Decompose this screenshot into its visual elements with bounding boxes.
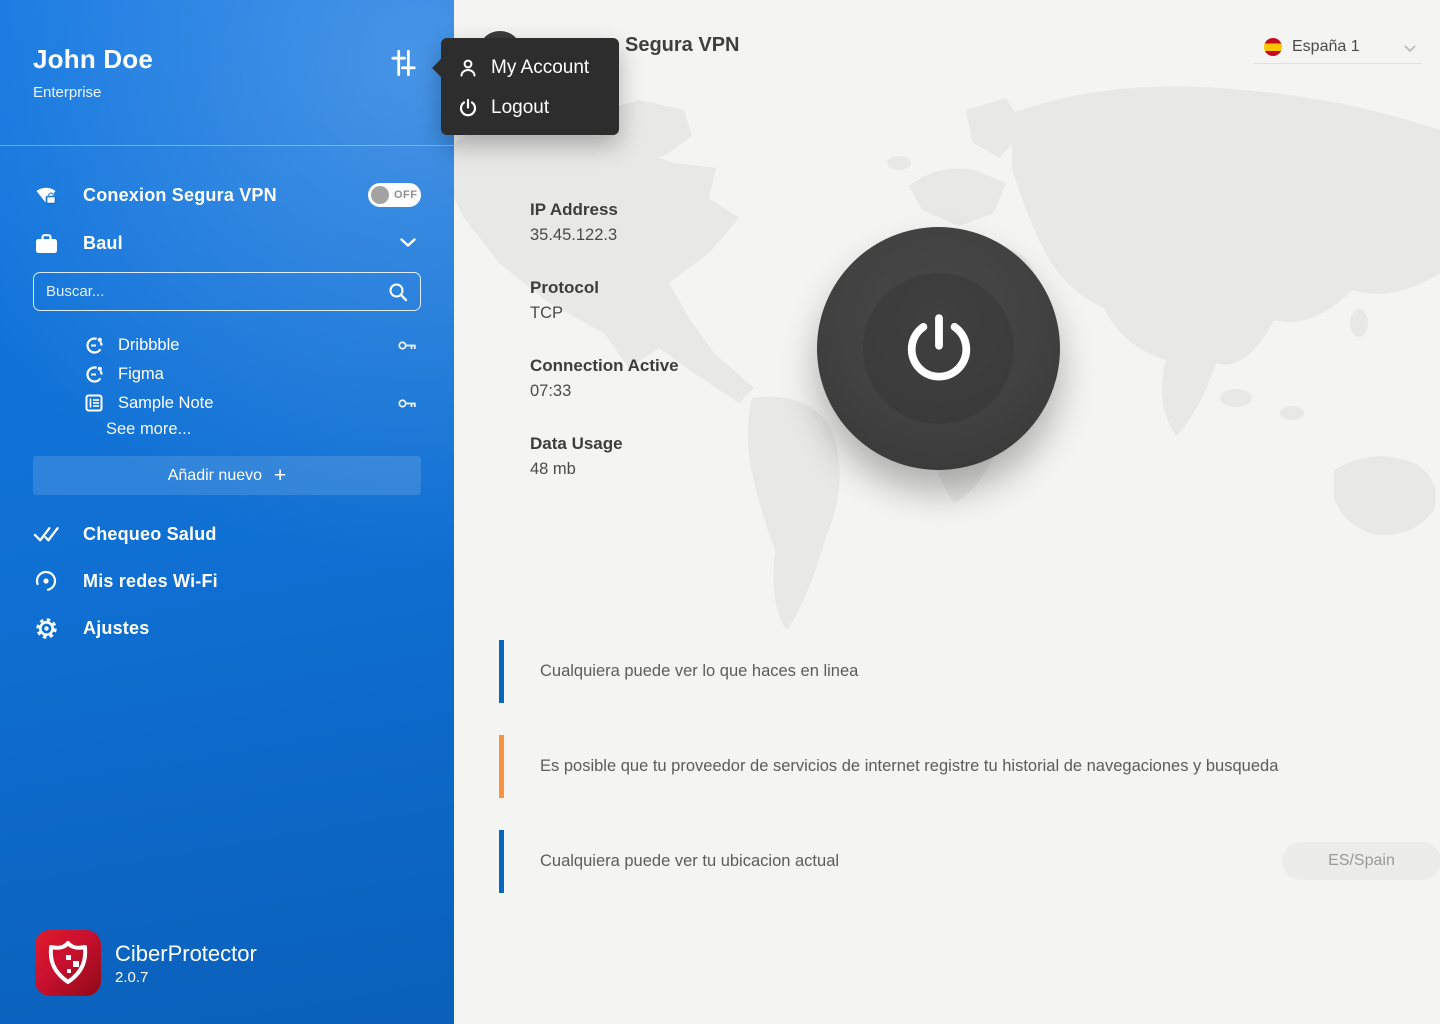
broadcast-icon — [33, 569, 59, 593]
info-field-protocol: Protocol TCP — [530, 278, 599, 323]
chevron-down-icon[interactable] — [400, 234, 416, 252]
menu-item-label: Logout — [491, 97, 549, 119]
vpn-toggle-knob — [371, 186, 389, 204]
sliders-icon[interactable] — [388, 48, 418, 78]
sidebar-item-health-check[interactable]: Chequeo Salud — [0, 517, 454, 551]
vault-item-figma[interactable]: Figma — [0, 361, 454, 387]
power-icon — [863, 273, 1014, 424]
info-value: 48 mb — [530, 460, 623, 479]
sidebar-header: John Doe Enterprise — [0, 0, 454, 145]
vault-item-label: Sample Note — [118, 394, 213, 413]
notice-text: Es posible que tu proveedor de servicios… — [540, 757, 1278, 776]
privacy-notice: Es posible que tu proveedor de servicios… — [499, 735, 1399, 798]
location-pill-button[interactable]: ES/Spain — [1282, 842, 1440, 880]
sidebar-item-label: Chequeo Salud — [83, 524, 217, 545]
key-icon[interactable] — [398, 398, 417, 409]
user-plan: Enterprise — [33, 84, 101, 101]
info-label: Connection Active — [530, 356, 679, 376]
vault-item-dribbble[interactable]: Dribbble — [0, 332, 454, 358]
sidebar-item-settings[interactable]: Ajustes — [0, 611, 454, 645]
vault-item-label: Dribbble — [118, 336, 179, 355]
info-value: 07:33 — [530, 382, 679, 401]
ciberprotector-logo-icon — [35, 930, 101, 996]
connect-power-button[interactable] — [817, 227, 1060, 470]
globe-icon — [84, 336, 104, 355]
app-version: 2.0.7 — [115, 969, 257, 986]
app-brand: CiberProtector 2.0.7 — [35, 930, 257, 996]
privacy-notice: Cualquiera puede ver tu ubicacion actual… — [499, 830, 1399, 893]
vault-search — [33, 272, 421, 311]
search-icon[interactable] — [388, 282, 408, 302]
sidebar-item-label: Ajustes — [83, 618, 149, 639]
briefcase-icon — [33, 231, 59, 256]
sidebar-item-vpn[interactable]: Conexion Segura VPN OFF — [0, 178, 454, 212]
info-field-connection-active: Connection Active 07:33 — [530, 356, 679, 401]
sidebar-item-vault-label: Baul — [83, 233, 123, 254]
info-field-data-usage: Data Usage 48 mb — [530, 434, 623, 479]
notice-text: Cualquiera puede ver tu ubicacion actual — [540, 852, 839, 871]
gear-icon — [33, 616, 59, 641]
search-input[interactable] — [34, 283, 388, 300]
user-menu: My Account Logout — [441, 38, 619, 135]
vpn-toggle-label: OFF — [394, 189, 418, 201]
vault-item-label: Figma — [118, 365, 164, 384]
main-panel: Segura VPN España 1 My Account — [454, 0, 1440, 1024]
user-name: John Doe — [33, 44, 153, 75]
info-value: 35.45.122.3 — [530, 226, 618, 245]
sidebar-item-vpn-label: Conexion Segura VPN — [83, 185, 277, 206]
wifi-lock-icon — [33, 182, 59, 208]
info-label: IP Address — [530, 200, 618, 220]
privacy-notice: Cualquiera puede ver lo que haces en lin… — [499, 640, 1399, 703]
sidebar-divider — [0, 145, 454, 146]
menu-item-my-account[interactable]: My Account — [441, 48, 619, 88]
see-more-link[interactable]: See more... — [106, 420, 191, 439]
info-field-ip: IP Address 35.45.122.3 — [530, 200, 618, 245]
sidebar-item-wifi-networks[interactable]: Mis redes Wi-Fi — [0, 564, 454, 598]
info-value: TCP — [530, 304, 599, 323]
key-icon[interactable] — [398, 340, 417, 351]
app-name: CiberProtector — [115, 941, 257, 967]
sidebar-item-vault[interactable]: Baul — [0, 226, 454, 260]
sidebar-item-label: Mis redes Wi-Fi — [83, 571, 218, 592]
vpn-toggle[interactable]: OFF — [368, 183, 421, 207]
person-icon — [457, 58, 479, 78]
vault-item-sample-note[interactable]: Sample Note — [0, 390, 454, 416]
notice-accent-bar — [499, 640, 504, 703]
notice-accent-bar — [499, 735, 504, 798]
server-selector[interactable]: España 1 — [1254, 30, 1422, 64]
chevron-down-icon — [1404, 40, 1416, 58]
spain-flag-icon — [1264, 38, 1282, 56]
server-selector-label: España 1 — [1292, 38, 1360, 56]
globe-icon — [84, 365, 104, 384]
notice-accent-bar — [499, 830, 504, 893]
notice-text: Cualquiera puede ver lo que haces en lin… — [540, 662, 858, 681]
double-check-icon — [33, 525, 59, 543]
info-label: Data Usage — [530, 434, 623, 454]
add-new-button[interactable]: Añadir nuevo + — [33, 456, 421, 495]
sidebar: John Doe Enterprise — [0, 0, 454, 1024]
page-title: Segura VPN — [625, 34, 739, 57]
note-icon — [84, 394, 104, 412]
vpn-app-window: John Doe Enterprise — [0, 0, 1440, 1024]
menu-item-logout[interactable]: Logout — [441, 88, 619, 128]
menu-item-label: My Account — [491, 57, 589, 79]
add-new-label: Añadir nuevo — [168, 467, 262, 485]
power-icon — [457, 98, 479, 118]
info-label: Protocol — [530, 278, 599, 298]
